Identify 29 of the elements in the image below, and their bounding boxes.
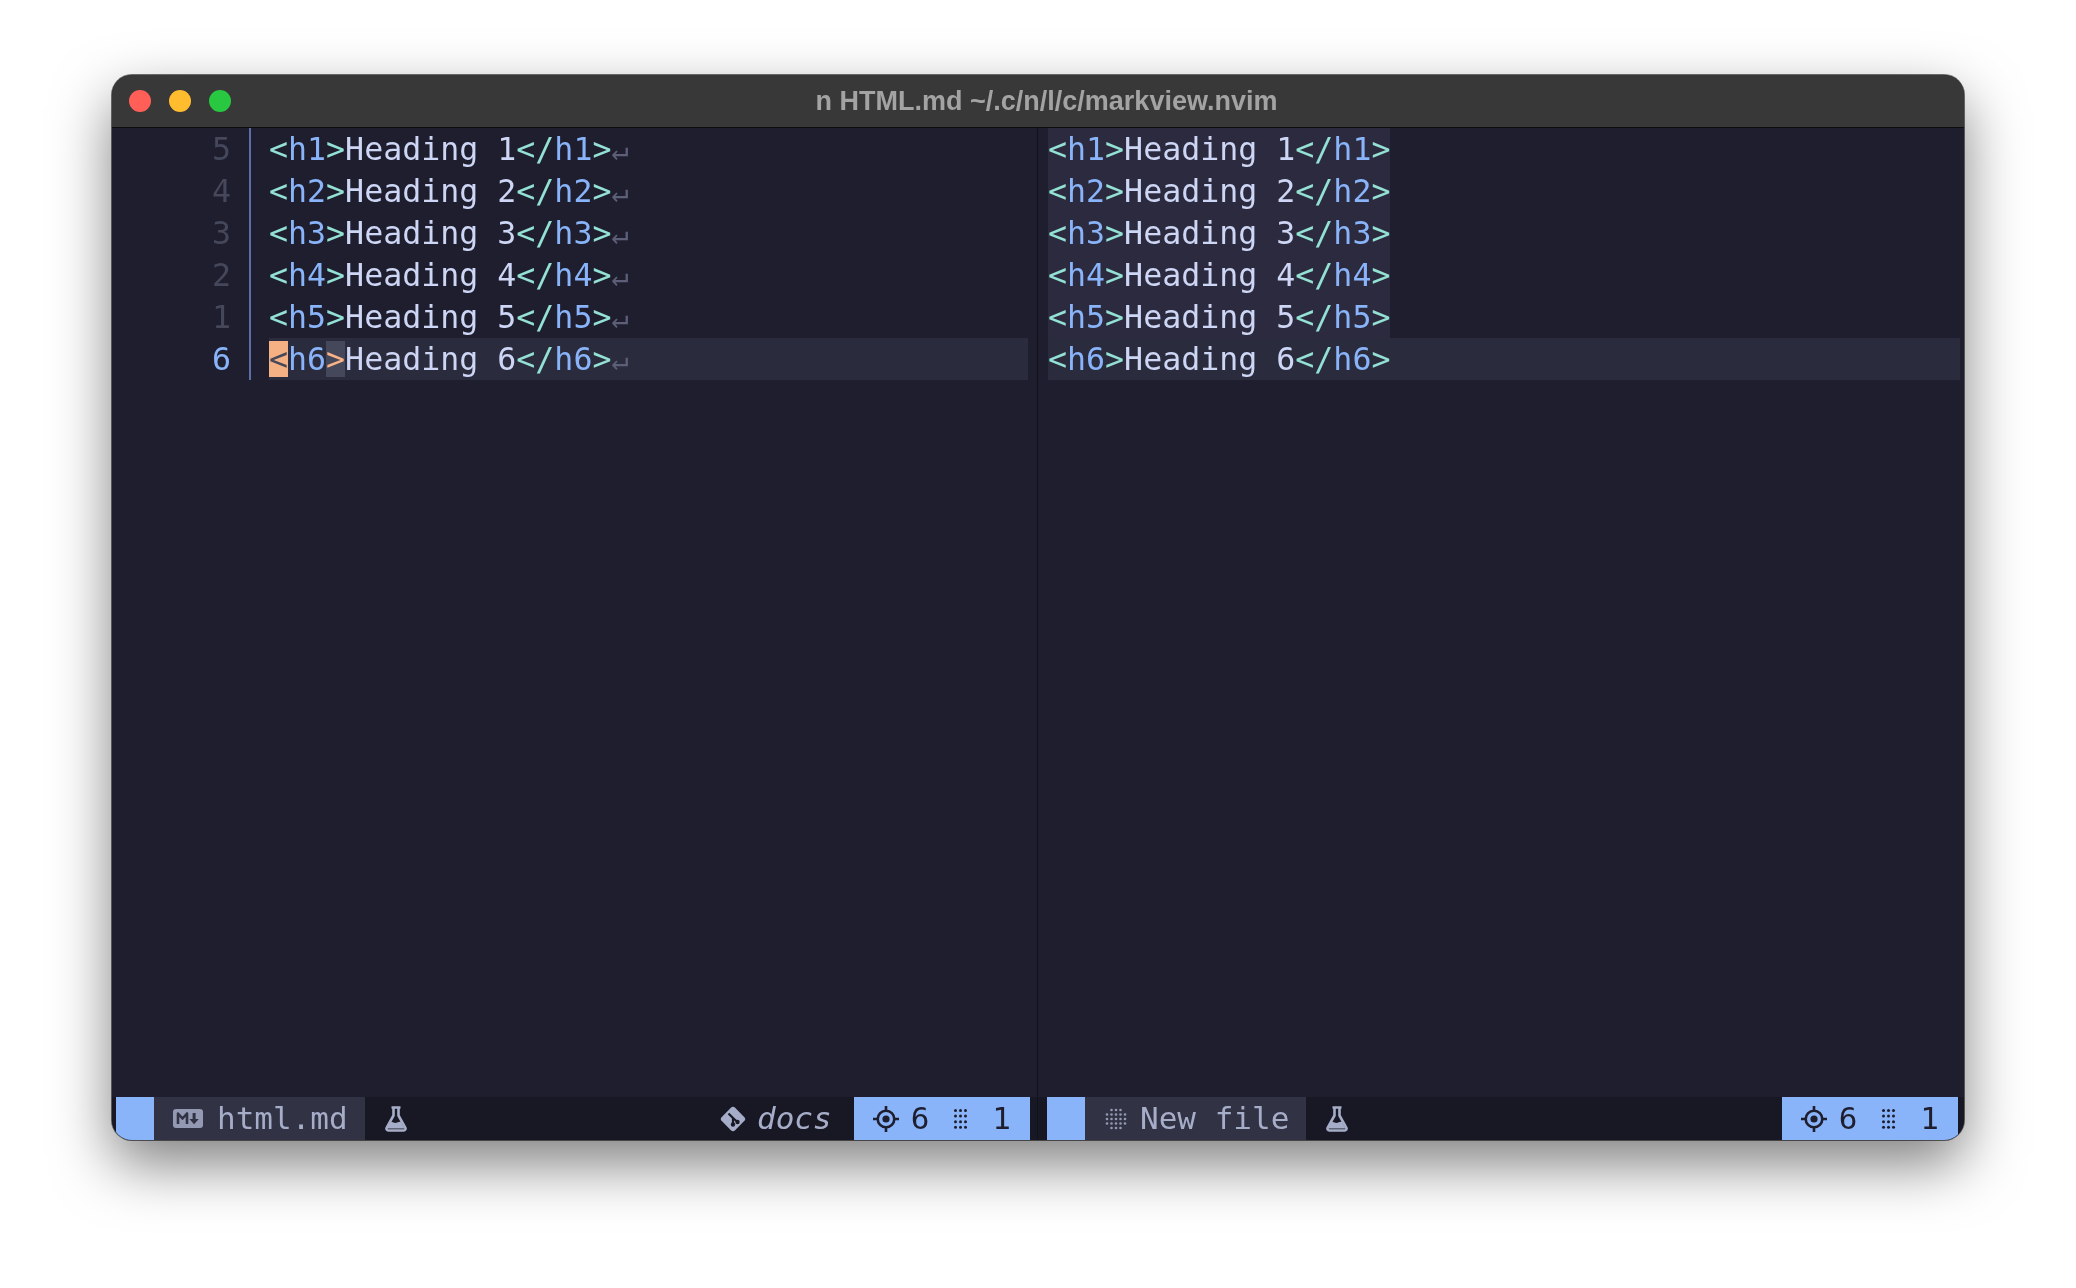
line-number: 6 xyxy=(210,340,231,379)
dot-grid-icon xyxy=(953,1107,969,1130)
code-line: <h2>Heading 2</h2>↵ xyxy=(269,172,629,211)
file-name: html.md xyxy=(217,1099,348,1138)
window-title: n HTML.md ~/.c/n/l/c/markview.nvim xyxy=(815,85,1278,117)
cursor-column-indicator: 1 xyxy=(992,1099,1011,1138)
crosshair-icon xyxy=(871,1104,900,1133)
crosshair-icon xyxy=(1799,1104,1828,1133)
flask-icon xyxy=(383,1105,408,1132)
code-line: <h4>Heading 4</h4>↵ xyxy=(269,256,629,295)
heading-line: <h6>Heading 6</h6> xyxy=(1048,340,1391,379)
code-line: <h3>Heading 3</h3>↵ xyxy=(269,214,629,253)
dot-circle-icon xyxy=(1104,1106,1128,1131)
flask-icon xyxy=(1325,1105,1350,1132)
minimize-button[interactable] xyxy=(169,90,191,112)
dot-grid-icon xyxy=(1881,1107,1897,1130)
mode-indicator xyxy=(1047,1097,1085,1140)
branch-name: docs xyxy=(757,1099,832,1138)
cursor-line-indicator: 6 xyxy=(1838,1099,1858,1138)
cursor-line-indicator: 6 xyxy=(910,1099,930,1138)
maximize-button[interactable] xyxy=(209,90,231,112)
cursor-column-indicator: 1 xyxy=(1920,1099,1939,1138)
code-line: <h5>Heading 5</h5>↵ xyxy=(269,298,629,337)
code-line: <h6>Heading 6</h6>↵ xyxy=(269,340,629,379)
markdown-icon xyxy=(173,1109,203,1128)
close-button[interactable] xyxy=(129,90,151,112)
file-name: New file xyxy=(1140,1099,1290,1138)
code-line: <h1>Heading 1</h1>↵ xyxy=(269,130,629,169)
mode-indicator xyxy=(116,1097,154,1140)
